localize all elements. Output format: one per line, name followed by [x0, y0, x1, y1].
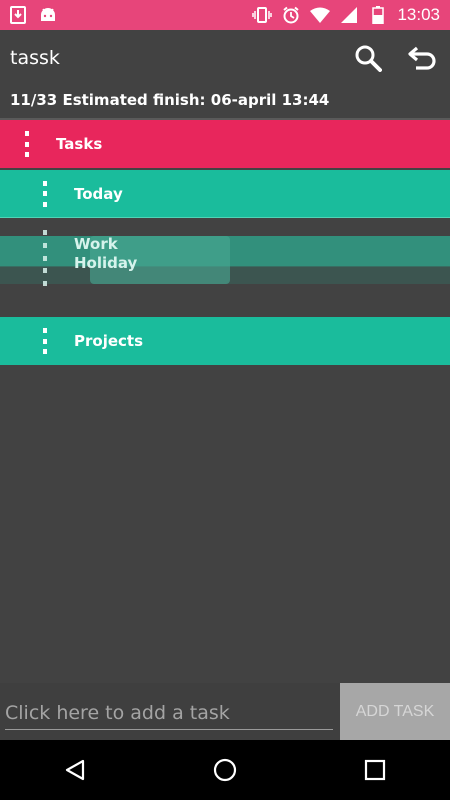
list-item-label: Today	[74, 184, 123, 203]
list-item-label: Projects	[74, 332, 144, 350]
wifi-icon	[310, 5, 331, 25]
navigation-bar	[0, 740, 450, 800]
vibrate-icon	[252, 5, 273, 25]
recents-icon[interactable]	[345, 740, 405, 800]
download-icon	[8, 5, 28, 25]
alarm-icon	[281, 5, 301, 25]
add-task-bar	[0, 683, 340, 740]
app-bar: tassk	[0, 30, 450, 86]
drag-handle-icon[interactable]	[43, 180, 47, 207]
status-bar: 13:03	[0, 0, 450, 30]
list-item-label: Tasks	[56, 135, 103, 153]
drag-handle-icon[interactable]	[43, 230, 47, 286]
home-icon[interactable]	[195, 740, 255, 800]
list-item-projects[interactable]: Projects	[0, 317, 450, 365]
app-title: tassk	[10, 47, 60, 69]
signal-icon	[339, 5, 359, 25]
list-item-tasks[interactable]: Tasks	[0, 120, 450, 168]
back-icon[interactable]	[45, 740, 105, 800]
progress-summary: 11/33 Estimated finish: 06-april 13:44	[10, 91, 330, 109]
search-icon[interactable]	[350, 40, 386, 76]
android-icon	[38, 5, 58, 25]
drag-handle-icon[interactable]	[25, 131, 29, 157]
add-task-button[interactable]: ADD TASK	[340, 683, 450, 740]
add-task-input[interactable]	[5, 697, 333, 730]
list-item-today[interactable]: Today	[0, 170, 450, 217]
drag-handle-icon[interactable]	[43, 328, 47, 354]
list-item-holiday[interactable]: Holiday	[74, 254, 137, 272]
battery-icon	[368, 5, 388, 25]
undo-icon[interactable]	[404, 40, 440, 76]
list-item-work[interactable]: Work	[74, 235, 118, 253]
clock-time: 13:03	[397, 5, 440, 24]
dragging-list-items[interactable]: Work Holiday	[0, 218, 450, 286]
